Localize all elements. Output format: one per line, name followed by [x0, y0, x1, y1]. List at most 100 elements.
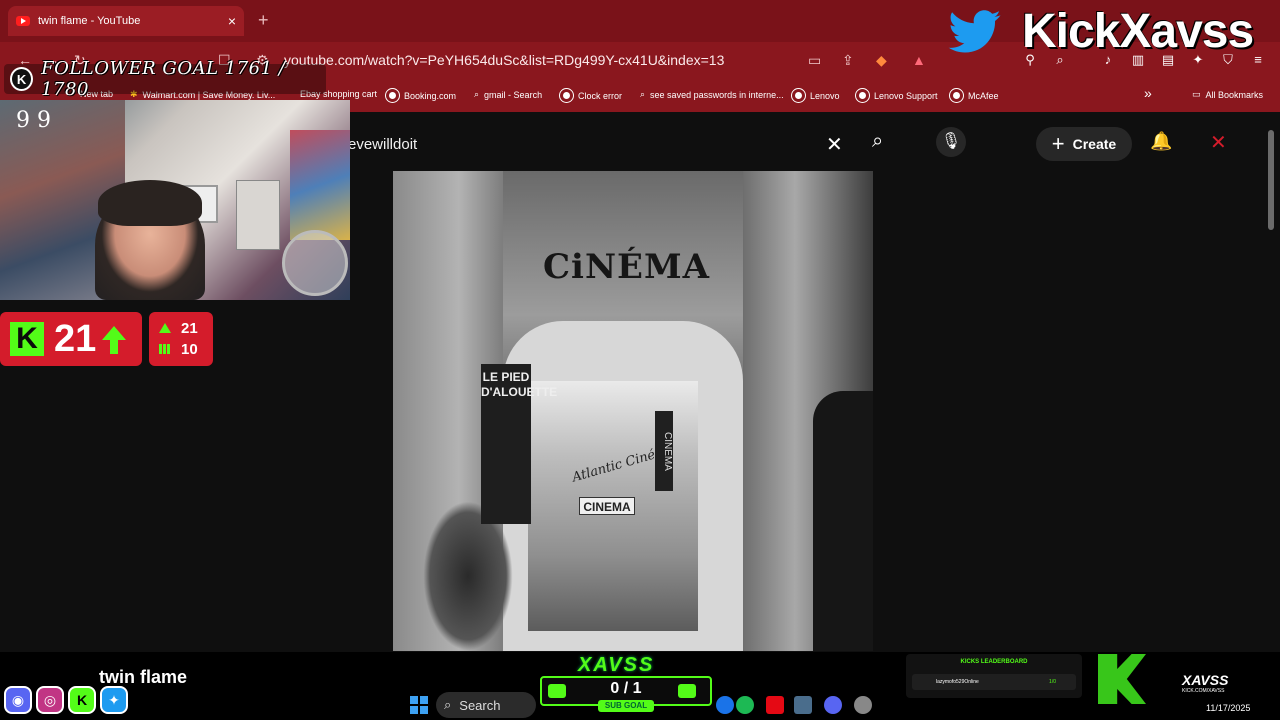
- up-arrow-icon: [102, 326, 127, 354]
- follower-goal: K FOLLOWER GOAL 1761 / 1780: [4, 58, 326, 100]
- cinema-small-sign: CINEMA: [579, 497, 635, 515]
- bookmark-label: Clock error: [578, 90, 623, 101]
- bookmark-item[interactable]: ⌕ gmail - Search: [474, 89, 542, 100]
- streamer-brand: KickXavss: [1022, 5, 1254, 58]
- taskbar-date: 11/17/2025: [1206, 703, 1251, 713]
- avatar[interactable]: ✕: [1210, 130, 1227, 155]
- netflix-icon[interactable]: [766, 696, 784, 714]
- now-playing-title: twin flame: [99, 667, 188, 687]
- trend-up-icon: [159, 323, 171, 333]
- all-bookmarks-button[interactable]: ▭ All Bookmarks: [1192, 89, 1263, 100]
- stat-bars-value: 10: [181, 341, 198, 358]
- leaderboard-user: lazymofo529Online: [936, 679, 979, 685]
- cast-icon[interactable]: ▭: [808, 52, 821, 69]
- follower-goal-text: FOLLOWER GOAL 1761 / 1780: [41, 58, 286, 100]
- taskbar-search-label: Search: [459, 697, 501, 713]
- brave-shield-icon[interactable]: ◆: [876, 52, 887, 69]
- obs-taskbar-icon[interactable]: [854, 696, 872, 714]
- more-bookmarks-button[interactable]: »: [1144, 85, 1152, 101]
- search-icon: ⌕: [444, 697, 452, 712]
- taskbar-search[interactable]: ⌕ Search: [436, 692, 536, 718]
- spotify-icon[interactable]: [736, 696, 754, 714]
- bookmark-item[interactable]: Lenovo: [792, 89, 840, 102]
- kick-logo-icon: K: [10, 322, 44, 356]
- bookmark-item[interactable]: ⌕ see saved passwords in interne...: [640, 89, 784, 100]
- video-scene-door: [813, 391, 873, 651]
- plus-icon: +: [1051, 131, 1065, 156]
- stats-widget: 21 10: [149, 312, 213, 366]
- bell-icon[interactable]: 🔔: [1150, 131, 1172, 152]
- bookmark-label: McAfee: [968, 90, 999, 101]
- badge-url: KICK.COM/XAVSS: [1182, 688, 1225, 694]
- bookmark-item[interactable]: Lenovo Support: [856, 89, 938, 102]
- instagram-icon: ◎: [36, 686, 64, 714]
- kick-count-widget: K 21: [0, 312, 142, 366]
- bookmark-label: Lenovo Support: [874, 90, 938, 101]
- search-icon: ⌕: [474, 89, 480, 99]
- search-icon[interactable]: ⌕: [872, 130, 883, 153]
- sub-goal-label: SUB GOAL: [598, 700, 654, 712]
- streamer-hair: [98, 180, 202, 226]
- cinema-vertical-sign: CINEMA: [655, 411, 673, 491]
- browser-tab[interactable]: twin flame - YouTube ×: [8, 6, 244, 36]
- tab-title: twin flame - YouTube: [38, 15, 141, 27]
- globe-icon: [560, 89, 573, 102]
- wall-text: 9 9: [16, 108, 51, 133]
- booking-icon: [386, 89, 399, 102]
- url-field[interactable]: youtube.com/watch?v=PeYH654duSc&list=RDg…: [284, 52, 724, 68]
- windows-start-icon[interactable]: [410, 696, 428, 714]
- leaderboard-title: KICKS LEADERBOARD: [960, 659, 1028, 665]
- new-tab-button[interactable]: +: [258, 10, 269, 31]
- badge-name: XAVSS: [1182, 672, 1229, 688]
- bookmark-item[interactable]: Booking.com: [386, 89, 456, 102]
- globe-icon: [792, 89, 805, 102]
- wall-poster: [290, 130, 350, 240]
- video-player[interactable]: CiNÉMA LE PIED D'ALOUETTE CINEMA CINEMA …: [393, 171, 873, 651]
- sub-goal-value: 0 / 1: [610, 680, 642, 697]
- discord-icon: ◉: [4, 686, 32, 714]
- standing-fan: [282, 230, 348, 296]
- kick-logo-icon: [1098, 654, 1146, 704]
- bookmark-label: Booking.com: [404, 90, 457, 101]
- bar-chart-icon: [159, 344, 171, 354]
- sub-goal-widget: XAVSS 0 / 1 SUB GOAL: [540, 654, 712, 714]
- youtube-favicon-icon: [16, 16, 30, 26]
- share-icon[interactable]: ⇪: [842, 52, 854, 69]
- twitter-bird-icon: [948, 10, 1001, 53]
- search-input[interactable]: evewilldoit: [348, 136, 417, 153]
- stat-up-value: 21: [181, 320, 198, 337]
- webcam-feed: 9 9: [0, 100, 350, 300]
- kick-count-value: 21: [54, 317, 97, 360]
- bookmark-item[interactable]: McAfee: [950, 89, 999, 102]
- scrollbar[interactable]: [1268, 130, 1274, 230]
- chevron-icon: »: [1144, 85, 1152, 101]
- close-icon[interactable]: ✕: [826, 132, 843, 157]
- app-taskbar-icon[interactable]: [794, 696, 812, 714]
- bookmark-label: Lenovo: [810, 90, 840, 101]
- bookmark-label: gmail - Search: [484, 89, 543, 100]
- discord-taskbar-icon[interactable]: [824, 696, 842, 714]
- globe-icon: [950, 89, 963, 102]
- twitter-icon: ✦: [100, 686, 128, 714]
- kick-icon: K: [68, 686, 96, 714]
- rewards-icon[interactable]: ▲: [912, 52, 926, 68]
- cinema-sign: CiNÉMA: [543, 247, 710, 287]
- sub-goal-brand: XAVSS: [578, 654, 655, 676]
- kicks-leaderboard: KICKS LEADERBOARD lazymofo529Online 1/0: [906, 654, 1082, 698]
- bookmark-item[interactable]: Clock error: [560, 89, 622, 102]
- globe-icon: [856, 89, 869, 102]
- kick-logo-icon: K: [10, 67, 34, 91]
- streamer-badge: XAVSS KICK.COM/XAVSS: [1098, 654, 1280, 704]
- create-button[interactable]: + Create: [1036, 127, 1132, 161]
- pied-alouette-sign: LE PIED D'ALOUETTE: [481, 364, 557, 524]
- leaderboard-row: lazymofo529Online 1/0: [912, 674, 1076, 690]
- bookmark-label: All Bookmarks: [1205, 89, 1264, 100]
- create-label: Create: [1072, 136, 1117, 152]
- search-icon: ⌕: [640, 89, 646, 99]
- wall-picture: [236, 180, 280, 250]
- mic-icon[interactable]: 🎙: [936, 127, 966, 157]
- tab-close-button[interactable]: ×: [228, 13, 236, 29]
- bookmark-label: see saved passwords in interne...: [650, 89, 784, 100]
- browser-taskbar-icon[interactable]: [716, 696, 734, 714]
- leaderboard-amount: 1/0: [1049, 679, 1056, 685]
